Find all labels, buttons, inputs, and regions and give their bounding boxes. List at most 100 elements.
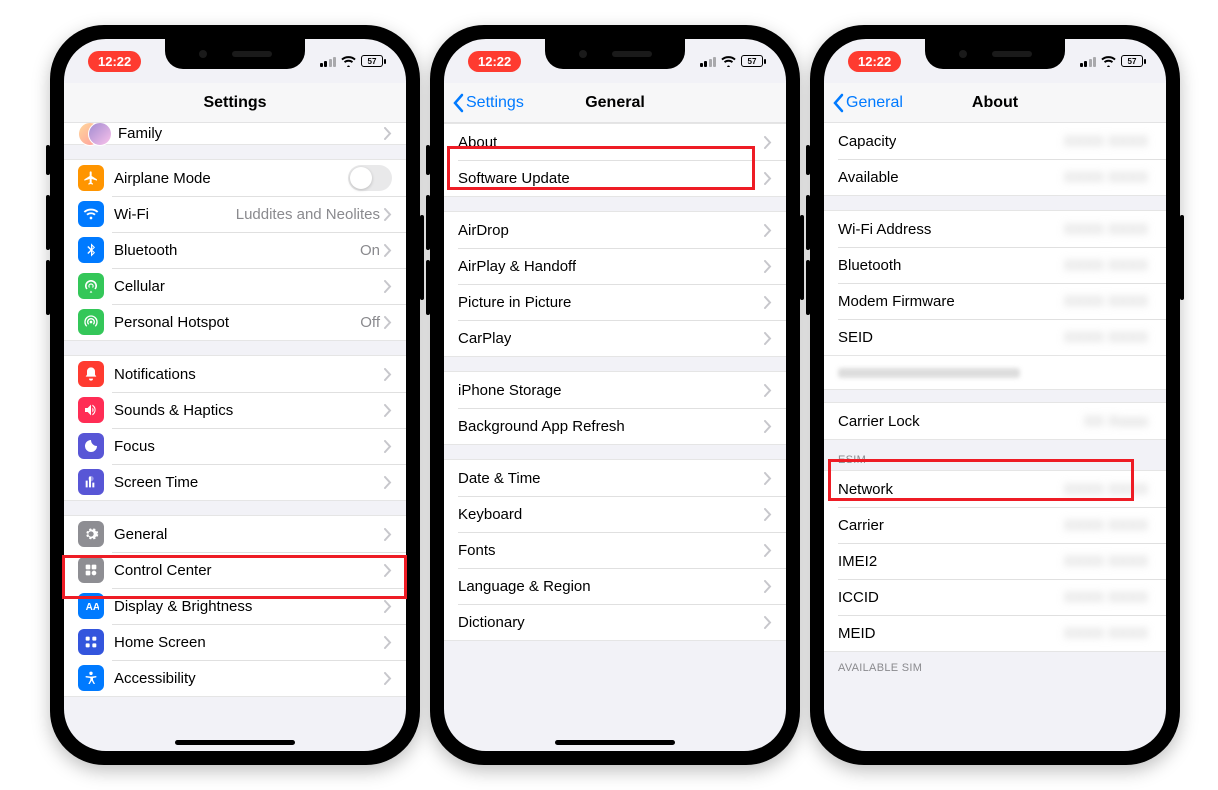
screentime-icon — [78, 469, 104, 495]
row-label: Family — [118, 125, 162, 142]
general-row-language-region[interactable]: Language & Region — [444, 568, 786, 604]
about-row-iccid[interactable]: ICCID XXXX XXXX — [824, 579, 1166, 615]
settings-row-wifi[interactable]: Wi-FiLuddites and Neolites — [64, 196, 406, 232]
chevron-right-icon — [384, 476, 392, 489]
about-row-bluetooth[interactable]: Bluetooth XXXX XXXX — [824, 247, 1166, 283]
general-row-iphone-storage[interactable]: iPhone Storage — [444, 372, 786, 408]
row-label: Keyboard — [458, 506, 522, 523]
settings-row-sounds[interactable]: Sounds & Haptics — [64, 392, 406, 428]
settings-group-sound: Notifications Sounds & HapticsFocus Screen… — [64, 355, 406, 501]
settings-row-cellular[interactable]: Cellular — [64, 268, 406, 304]
nav-bar: General About — [824, 83, 1166, 123]
about-row-wi-fi-address[interactable]: Wi-Fi AddressXXXX XXXX — [824, 211, 1166, 247]
chevron-right-icon — [384, 208, 392, 221]
row-label: Cellular — [114, 278, 165, 295]
nav-bar: Settings General — [444, 83, 786, 123]
chevron-right-icon — [764, 420, 772, 433]
about-row-redacted — [824, 356, 1166, 390]
row-value: XXXX XXXX — [1064, 589, 1148, 606]
general-icon — [78, 521, 104, 547]
about-group-esim: NetworkXXXX XXXX Carrier XXXX XXXX IMEI2XXX… — [824, 470, 1166, 652]
settings-row-hotspot[interactable]: Personal HotspotOff — [64, 304, 406, 340]
general-row-software-update[interactable]: Software Update — [444, 160, 786, 196]
page-title: About — [972, 94, 1018, 112]
settings-row-airplane[interactable]: Airplane Mode — [64, 160, 406, 196]
general-row-carplay[interactable]: CarPlay — [444, 320, 786, 356]
settings-row-accessibility[interactable]: Accessibility — [64, 660, 406, 696]
settings-row-homescreen[interactable]: Home Screen — [64, 624, 406, 660]
row-value: XXXX XXXX — [1064, 293, 1148, 310]
general-row-dictionary[interactable]: Dictionary — [444, 604, 786, 640]
row-value: XXXX XXXX — [1064, 221, 1148, 238]
about-row-capacity[interactable]: CapacityXXXX XXXX — [824, 123, 1166, 159]
cellular-signal-icon — [320, 56, 337, 67]
general-row-picture-in-picture[interactable]: Picture in Picture — [444, 284, 786, 320]
row-label: Notifications — [114, 366, 196, 383]
chevron-right-icon — [384, 636, 392, 649]
chevron-right-icon — [384, 127, 392, 140]
row-label: ICCID — [838, 589, 879, 606]
section-header-available-sim: AVAILABLE SIM — [824, 652, 1166, 678]
chevron-right-icon — [384, 316, 392, 329]
settings-row-focus[interactable]: Focus — [64, 428, 406, 464]
general-row-about[interactable]: About — [444, 124, 786, 160]
about-row-imei2[interactable]: IMEI2XXXX XXXX — [824, 543, 1166, 579]
row-label: Airplane Mode — [114, 170, 211, 187]
settings-row-display[interactable]: AADisplay & Brightness — [64, 588, 406, 624]
row-value: Off — [360, 314, 380, 331]
chevron-right-icon — [764, 296, 772, 309]
about-row-meid[interactable]: MEIDXXXX XXXX — [824, 615, 1166, 651]
cellular-icon — [78, 273, 104, 299]
general-row-airplay-handoff[interactable]: AirPlay & Handoff — [444, 248, 786, 284]
status-time-pill: 12:22 — [468, 51, 521, 72]
general-row-fonts[interactable]: Fonts — [444, 532, 786, 568]
about-row-available[interactable]: AvailableXXXX XXXX — [824, 159, 1166, 195]
row-label: Bluetooth — [838, 257, 901, 274]
section-header-esim: ESIM — [824, 440, 1166, 470]
page-title: Settings — [203, 94, 266, 112]
row-label: Capacity — [838, 133, 896, 150]
row-label: AirPlay & Handoff — [458, 258, 576, 275]
row-value: XXXX XXXX — [1064, 169, 1148, 186]
about-row-carrier-lock[interactable]: Carrier Lock XX Xxxxx — [824, 403, 1166, 439]
settings-row-general[interactable]: General — [64, 516, 406, 552]
row-value: XXXX XXXX — [1064, 329, 1148, 346]
home-indicator[interactable] — [175, 740, 295, 745]
back-button[interactable]: General — [832, 93, 903, 113]
row-value: XXXX XXXX — [1064, 517, 1148, 534]
row-value: XXXX XXXX — [1064, 257, 1148, 274]
toggle-switch[interactable] — [348, 165, 392, 191]
about-row-modem-firmware[interactable]: Modem FirmwareXXXX XXXX — [824, 283, 1166, 319]
row-label: Software Update — [458, 170, 570, 187]
home-indicator[interactable] — [555, 740, 675, 745]
settings-row-notifications[interactable]: Notifications — [64, 356, 406, 392]
notch — [165, 39, 305, 69]
row-label: AirDrop — [458, 222, 509, 239]
homescreen-icon — [78, 629, 104, 655]
airplane-icon — [78, 165, 104, 191]
about-row-network[interactable]: NetworkXXXX XXXX — [824, 471, 1166, 507]
notifications-icon — [78, 361, 104, 387]
about-row-seid[interactable]: SEIDXXXX XXXX — [824, 319, 1166, 355]
settings-row-controlcenter[interactable]: Control Center — [64, 552, 406, 588]
general-row-airdrop[interactable]: AirDrop — [444, 212, 786, 248]
general-row-keyboard[interactable]: Keyboard — [444, 496, 786, 532]
settings-row-screentime[interactable]: Screen Time — [64, 464, 406, 500]
settings-row-bluetooth[interactable]: BluetoothOn — [64, 232, 406, 268]
row-label: Home Screen — [114, 634, 206, 651]
general-row-date-time[interactable]: Date & Time — [444, 460, 786, 496]
chevron-right-icon — [384, 564, 392, 577]
general-group-2: AirDrop AirPlay & Handoff Picture in Pictu… — [444, 211, 786, 357]
general-row-background-app-refresh[interactable]: Background App Refresh — [444, 408, 786, 444]
row-label: Screen Time — [114, 474, 198, 491]
chevron-right-icon — [764, 384, 772, 397]
back-button[interactable]: Settings — [452, 93, 524, 113]
about-row-carrier[interactable]: Carrier XXXX XXXX — [824, 507, 1166, 543]
row-label: General — [114, 526, 167, 543]
row-label: Carrier — [838, 517, 884, 534]
svg-text:AA: AA — [86, 602, 99, 613]
status-time-pill: 12:22 — [88, 51, 141, 72]
settings-row-family[interactable]: Family — [64, 123, 406, 145]
chevron-right-icon — [384, 528, 392, 541]
bluetooth-icon — [78, 237, 104, 263]
